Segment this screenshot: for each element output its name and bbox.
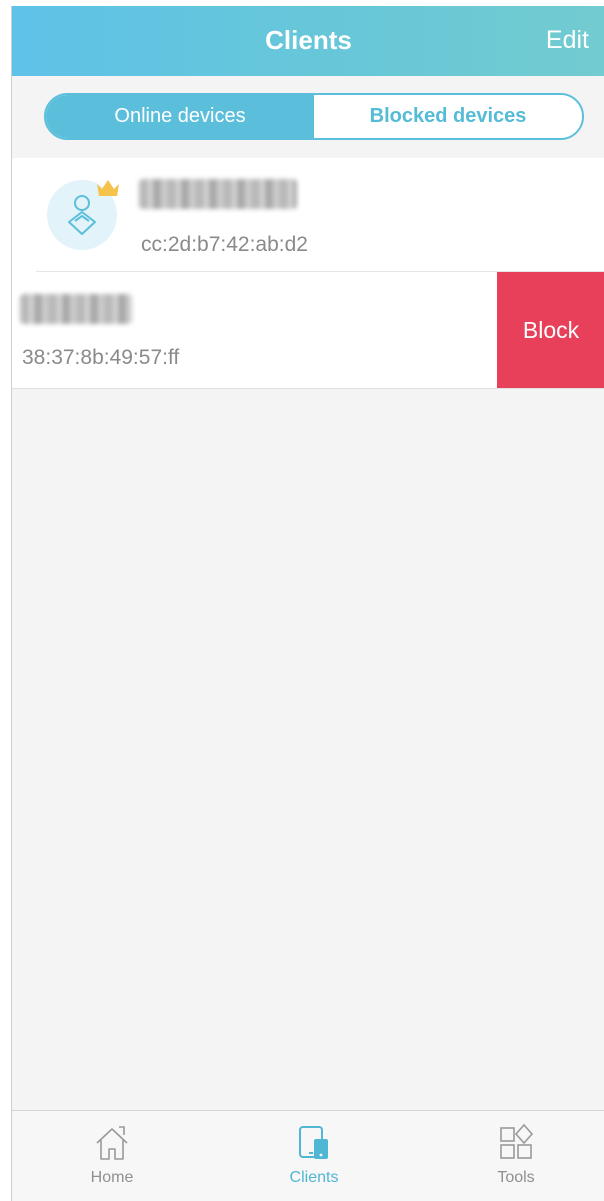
client-name-blurred (20, 294, 132, 324)
tab-clients-label: Clients (289, 1169, 339, 1186)
tab-tools[interactable]: Tools (456, 1111, 576, 1201)
tab-bar: Home Clients Tools (12, 1110, 604, 1201)
tab-tools-label: Tools (497, 1169, 535, 1186)
nav-header: Clients Edit (12, 6, 604, 76)
client-row[interactable]: cc:2d:b7:42:ab:d2 (12, 158, 604, 272)
page-title: Clients (265, 25, 352, 55)
crown-icon (97, 180, 119, 196)
block-button[interactable]: Block (497, 272, 604, 388)
home-icon (96, 1126, 128, 1160)
edit-button[interactable]: Edit (546, 26, 589, 55)
blocked-devices-tab[interactable]: Blocked devices (314, 95, 582, 138)
client-name-blurred (139, 179, 297, 209)
tab-home-label: Home (90, 1169, 134, 1186)
client-row[interactable]: 38:37:8b:49:57:ff Block (12, 272, 604, 389)
tab-clients[interactable]: Clients (254, 1111, 374, 1201)
online-devices-tab[interactable]: Online devices (46, 95, 314, 138)
tools-icon (500, 1123, 534, 1159)
segment-area: Online devices Blocked devices (12, 76, 604, 158)
client-mac: cc:2d:b7:42:ab:d2 (141, 233, 308, 256)
device-segmented-control: Online devices Blocked devices (44, 93, 584, 140)
tab-home[interactable]: Home (52, 1111, 172, 1201)
clients-screen: Clients Edit Online devices Blocked devi… (11, 6, 604, 1201)
clients-icon (299, 1126, 328, 1159)
client-mac: 38:37:8b:49:57:ff (22, 346, 180, 369)
